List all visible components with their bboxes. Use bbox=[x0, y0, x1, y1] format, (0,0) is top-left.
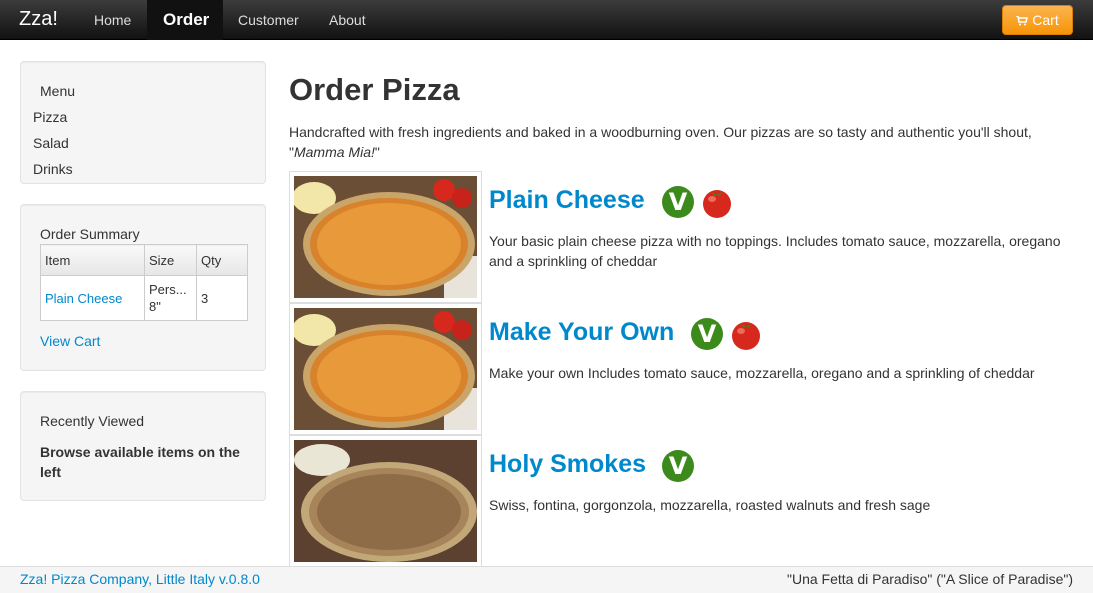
column-header-qty: Qty bbox=[196, 244, 248, 276]
nav-order[interactable]: Order bbox=[147, 0, 223, 40]
product-image-holy-smokes[interactable] bbox=[289, 435, 482, 567]
table-header-row: Item Size Qty bbox=[40, 244, 248, 276]
vegetarian-icon: V bbox=[691, 318, 723, 350]
recently-viewed-panel: Recently Viewed Browse available items o… bbox=[20, 391, 266, 501]
order-summary-table: Item Size Qty Plain Cheese Pers... 8" 3 bbox=[40, 244, 248, 321]
tomato-icon bbox=[703, 190, 731, 218]
intro-emphasis: Mamma Mia! bbox=[293, 144, 375, 160]
intro-end: " bbox=[374, 144, 380, 160]
recently-viewed-title: Recently Viewed bbox=[40, 413, 145, 429]
product-image-make-your-own[interactable] bbox=[289, 303, 482, 435]
product-description-holy-smokes: Swiss, fontina, gorgonzola, mozzarella, … bbox=[489, 497, 931, 513]
product-description-make-your-own: Make your own Includes tomato sauce, moz… bbox=[489, 365, 1035, 381]
menu-item-pizza[interactable]: Pizza bbox=[33, 109, 67, 125]
footer-company-link[interactable]: Zza! Pizza Company, Little Italy v.0.8.0 bbox=[20, 571, 260, 587]
page-title: Order Pizza bbox=[289, 72, 460, 107]
navbar: Zza! Home Order Customer About Cart bbox=[0, 0, 1093, 40]
shopping-cart-icon bbox=[1016, 16, 1029, 26]
cart-label: Cart bbox=[1032, 12, 1059, 28]
menu-item-salad[interactable]: Salad bbox=[33, 135, 69, 151]
cart-button[interactable]: Cart bbox=[1002, 5, 1073, 35]
menu-item-drinks[interactable]: Drinks bbox=[33, 161, 73, 177]
footer-tagline: "Una Fetta di Paradiso" ("A Slice of Par… bbox=[786, 571, 1073, 587]
pizza-image bbox=[294, 176, 477, 298]
product-name-plain-cheese[interactable]: Plain Cheese bbox=[489, 186, 645, 215]
order-summary-title: Order Summary bbox=[40, 226, 140, 242]
order-summary-panel: Order Summary Item Size Qty Plain Cheese… bbox=[20, 204, 266, 371]
brand-logo[interactable]: Zza! bbox=[19, 8, 58, 31]
nav-home[interactable]: Home bbox=[78, 0, 147, 40]
product-name-holy-smokes[interactable]: Holy Smokes bbox=[489, 450, 646, 479]
view-cart-link[interactable]: View Cart bbox=[40, 333, 100, 349]
product-image-plain-cheese[interactable] bbox=[289, 171, 482, 303]
intro-paragraph: Handcrafted with fresh ingredients and b… bbox=[289, 122, 1079, 162]
nav-about[interactable]: About bbox=[313, 0, 382, 40]
order-size-value: Pers... 8" bbox=[149, 282, 191, 314]
product-description-plain-cheese: Your basic plain cheese pizza with no to… bbox=[489, 233, 1061, 269]
order-qty-cell: 3 bbox=[196, 275, 248, 321]
column-header-size: Size bbox=[144, 244, 197, 276]
tomato-icon bbox=[732, 322, 760, 350]
pizza-image bbox=[294, 440, 477, 562]
vegetarian-icon: V bbox=[662, 186, 694, 218]
column-header-item: Item bbox=[40, 244, 145, 276]
pizza-image bbox=[294, 308, 477, 430]
table-row: Plain Cheese Pers... 8" 3 bbox=[40, 275, 248, 321]
recently-viewed-empty-text: Browse available items on the left bbox=[40, 444, 240, 480]
menu-panel: Menu Pizza Salad Drinks bbox=[20, 61, 266, 184]
product-name-make-your-own[interactable]: Make Your Own bbox=[489, 318, 674, 347]
footer: Zza! Pizza Company, Little Italy v.0.8.0… bbox=[0, 566, 1093, 593]
nav-customer[interactable]: Customer bbox=[222, 0, 315, 40]
menu-title: Menu bbox=[40, 83, 76, 99]
order-item-link[interactable]: Plain Cheese bbox=[45, 291, 122, 306]
order-size-cell: Pers... 8" bbox=[144, 275, 197, 321]
intro-text: Handcrafted with fresh ingredients and b… bbox=[289, 124, 1032, 160]
order-item-cell[interactable]: Plain Cheese bbox=[40, 275, 145, 321]
vegetarian-icon: V bbox=[662, 450, 694, 482]
